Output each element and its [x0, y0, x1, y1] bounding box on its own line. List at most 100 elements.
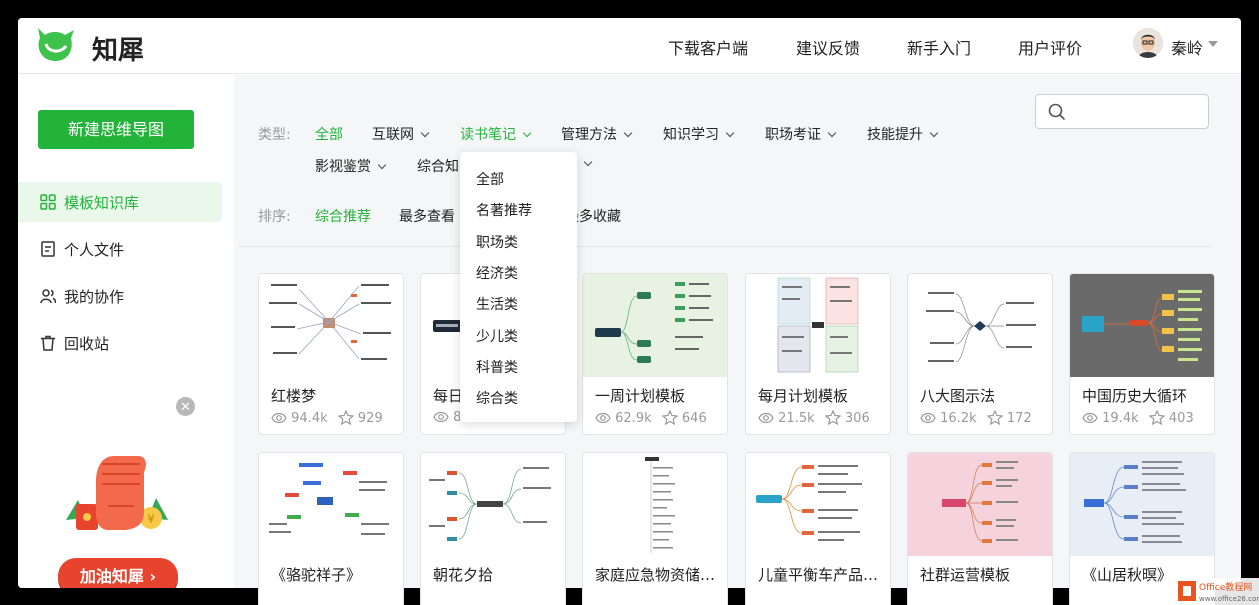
card-title: 朝花夕拾 [433, 566, 494, 584]
dropdown-item-science[interactable]: 科普类 [476, 357, 518, 377]
card-stats: 21.5k 306 [758, 409, 870, 426]
close-icon[interactable]: ✕ [176, 397, 195, 416]
dropdown-item-lifestyle[interactable]: 生活类 [476, 294, 518, 314]
sort-recommended[interactable]: 综合推荐 [315, 206, 371, 226]
filter-type-general-chevron[interactable] [577, 156, 593, 172]
sidebar-item-templates[interactable]: 模板知识库 [18, 182, 222, 222]
sort-label: 排序: [258, 209, 291, 225]
brand-name[interactable]: 知犀 [92, 30, 144, 67]
star-count: 172 [1006, 411, 1032, 426]
filter-type-internet[interactable]: 互联网 [372, 124, 430, 144]
sidebar-item-label: 我的协作 [64, 288, 125, 306]
eye-icon [595, 412, 611, 424]
chevron-down-icon [725, 128, 735, 138]
filter-label: 互联网 [372, 127, 414, 143]
template-card[interactable]: 红楼梦 94.4k 929 [258, 273, 404, 435]
eye-icon [1082, 412, 1098, 424]
template-card[interactable]: 每月计划模板 21.5k 306 [745, 273, 891, 435]
nav-download[interactable]: 下载客户端 [668, 35, 748, 59]
eye-icon [920, 412, 936, 424]
nav-reviews[interactable]: 用户评价 [1018, 35, 1082, 59]
chevron-down-icon [583, 157, 593, 167]
template-card[interactable]: 《骆驼祥子》 [258, 452, 404, 605]
chevron-down-icon [623, 128, 633, 138]
card-stats: 19.4k 403 [1082, 409, 1194, 426]
filter-type-reading-notes[interactable]: 读书笔记 [460, 124, 532, 144]
grid-icon [40, 194, 56, 210]
search-icon [1048, 103, 1066, 121]
template-card[interactable]: 一周计划模板 62.9k 646 [582, 273, 728, 435]
template-card[interactable]: 八大图示法 16.2k 172 [907, 273, 1053, 435]
dropdown-item-all[interactable]: 全部 [476, 169, 504, 189]
template-card[interactable]: 中国历史大循环 19.4k 403 [1069, 273, 1215, 435]
avatar[interactable] [1133, 28, 1163, 58]
new-mindmap-button[interactable]: 新建思维导图 [38, 110, 194, 149]
promo-button[interactable]: 加油知犀 › [58, 558, 178, 588]
search-input[interactable] [1035, 94, 1209, 129]
eye-icon [271, 412, 287, 424]
chevron-down-icon[interactable] [1208, 41, 1218, 47]
dropdown-item-economics[interactable]: 经济类 [476, 263, 518, 283]
card-title: 八大图示法 [920, 387, 996, 405]
template-card[interactable]: 儿童平衡车产品… [745, 452, 891, 605]
sidebar: 新建思维导图 模板知识库 个人文件 我的协作 回收站 ✕ ¥ 加油知犀 › [18, 75, 234, 588]
filter-type-skills[interactable]: 技能提升 [867, 124, 939, 144]
card-thumbnail [746, 274, 890, 377]
dropdown-item-general[interactable]: 综合类 [476, 388, 518, 408]
card-thumbnail [908, 274, 1052, 377]
sidebar-item-label: 回收站 [64, 335, 110, 353]
card-stats: 94.4k 929 [271, 409, 383, 426]
top-bar: 知犀 下载客户端 建议反馈 新手入门 用户评价 秦岭 [18, 18, 1241, 74]
dropdown-item-classics[interactable]: 名著推荐 [476, 200, 532, 220]
filter-type-all[interactable]: 全部 [315, 124, 343, 144]
dropdown-item-career[interactable]: 职场类 [476, 232, 518, 252]
card-thumbnail [259, 453, 403, 556]
template-card[interactable]: 朝花夕拾 [420, 452, 566, 605]
sidebar-item-personal-files[interactable]: 个人文件 [18, 229, 222, 269]
filter-label: 职场考证 [765, 127, 821, 143]
chevron-down-icon [420, 128, 430, 138]
eye-icon [433, 411, 449, 423]
view-count: 19.4k [1102, 411, 1139, 426]
card-thumbnail [1070, 274, 1214, 377]
star-icon [1148, 409, 1166, 426]
fist-promo-icon: ¥ [66, 456, 168, 530]
sidebar-item-label: 模板知识库 [64, 194, 140, 212]
card-title: 红楼梦 [271, 387, 317, 405]
star-icon [337, 409, 355, 426]
trash-icon [41, 335, 55, 351]
card-thumbnail [746, 453, 890, 556]
card-stats: 16.2k 172 [920, 409, 1032, 426]
card-thumbnail [421, 453, 565, 556]
nav-beginner[interactable]: 新手入门 [907, 35, 971, 59]
star-icon [986, 409, 1004, 426]
filter-type-management[interactable]: 管理方法 [561, 124, 633, 144]
card-title: 一周计划模板 [595, 387, 686, 405]
logo-icon[interactable] [34, 24, 76, 64]
template-card[interactable]: 家庭应急物资储… [582, 452, 728, 605]
card-title: 儿童平衡车产品… [758, 566, 879, 584]
view-count: 94.4k [291, 411, 328, 426]
filter-type-career-exams[interactable]: 职场考证 [765, 124, 837, 144]
sidebar-item-trash[interactable]: 回收站 [18, 323, 222, 363]
sidebar-item-collaboration[interactable]: 我的协作 [18, 276, 222, 316]
dropdown-item-children[interactable]: 少儿类 [476, 326, 518, 346]
watermark-line1: Office教程网 [1199, 581, 1252, 593]
sidebar-item-label: 个人文件 [64, 241, 125, 259]
sort-most-viewed[interactable]: 最多查看 [399, 206, 455, 226]
card-title: 《山居秋暝》 [1082, 566, 1173, 584]
users-icon [40, 289, 56, 304]
star-icon [824, 409, 842, 426]
filter-type-general[interactable]: 综合知 [417, 156, 459, 176]
card-title: 家庭应急物资储… [595, 566, 716, 584]
card-title: 中国历史大循环 [1082, 387, 1188, 405]
view-count: 21.5k [778, 411, 815, 426]
filter-type-learning[interactable]: 知识学习 [663, 124, 735, 144]
username[interactable]: 秦岭 [1171, 35, 1203, 59]
star-count: 306 [844, 411, 870, 426]
svg-text:¥: ¥ [147, 512, 155, 526]
template-card[interactable]: 社群运营模板 [907, 452, 1053, 605]
filter-label: 知识学习 [663, 127, 719, 143]
filter-type-film[interactable]: 影视鉴赏 [315, 156, 387, 176]
nav-feedback[interactable]: 建议反馈 [796, 35, 860, 59]
